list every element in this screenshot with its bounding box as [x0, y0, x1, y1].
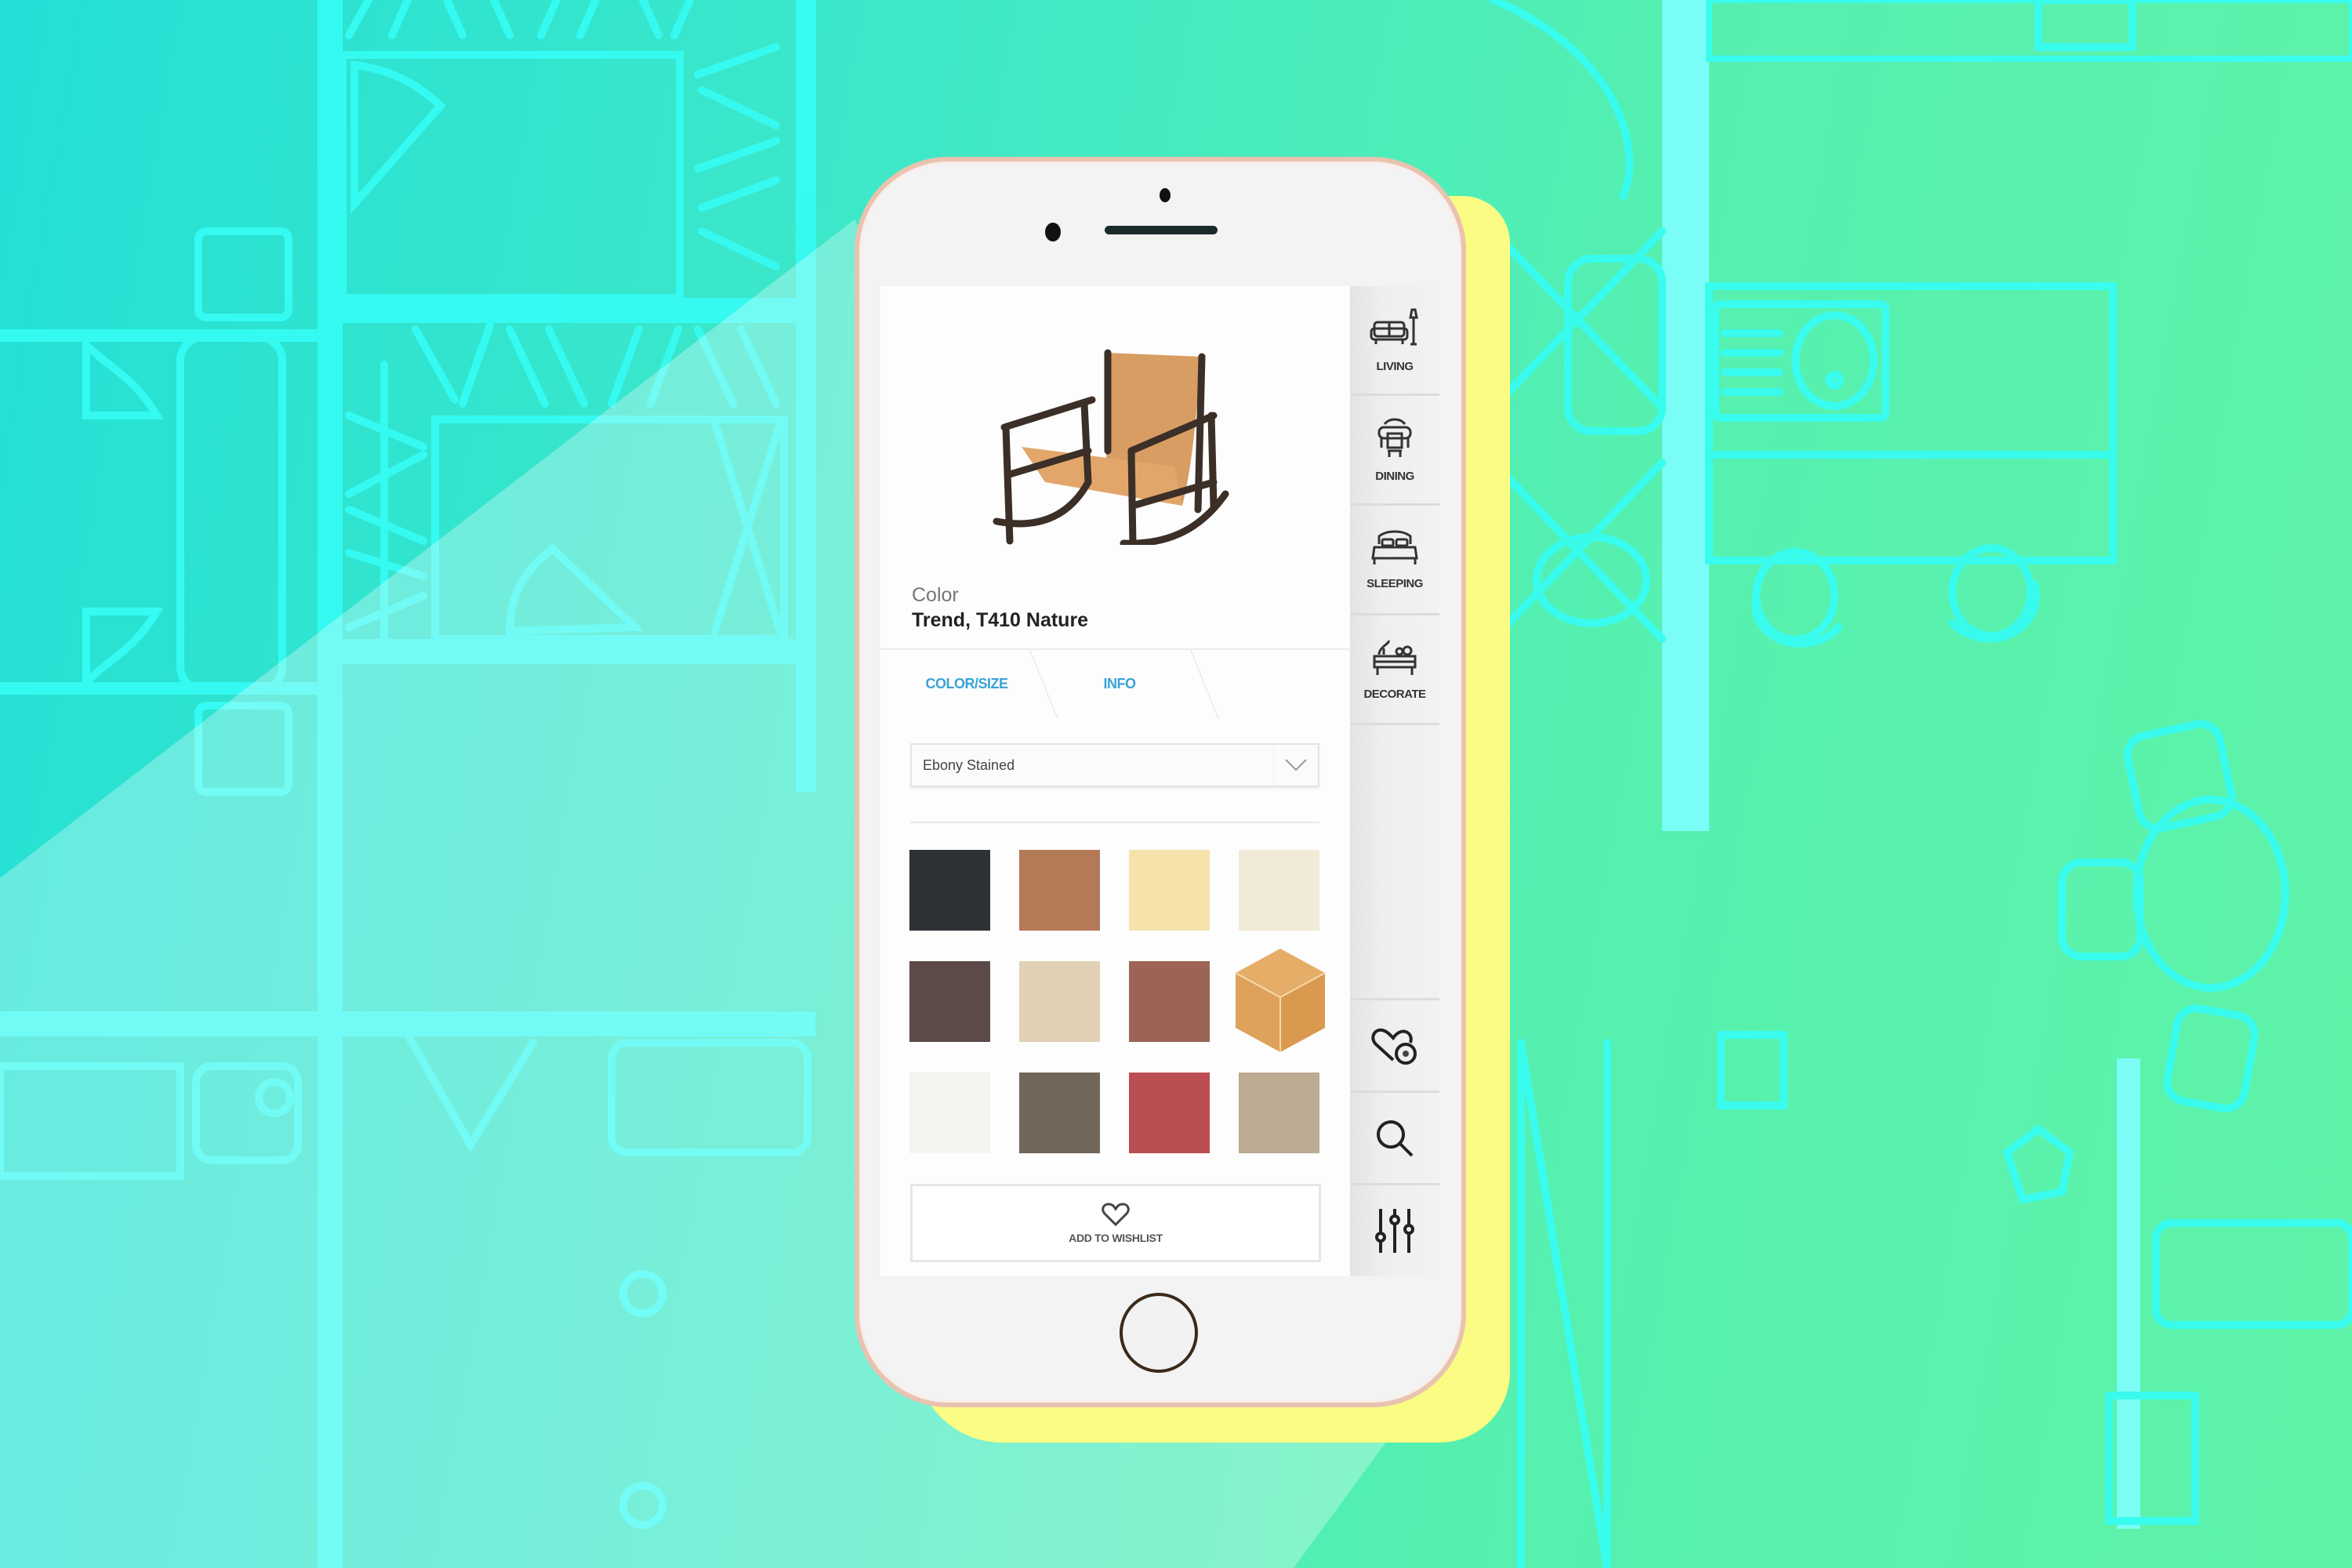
- sidebar-item-label: LIVING: [1376, 360, 1414, 373]
- sideboard-decor-icon: [1373, 640, 1417, 675]
- color-label: Color: [912, 584, 959, 606]
- dining-table-icon: [1377, 418, 1412, 457]
- filter-sliders-icon: [1375, 1208, 1414, 1253]
- sofa-lamp-icon: [1370, 308, 1418, 346]
- tab-info[interactable]: INFO: [1045, 650, 1194, 717]
- color-swatch-charcoal[interactable]: [909, 850, 990, 931]
- sidebar-item-sleeping[interactable]: SLEEPING: [1350, 506, 1439, 615]
- color-swatch-dark-brown[interactable]: [909, 961, 990, 1042]
- tab-separator: [1190, 650, 1220, 719]
- proximity-sensor: [1160, 188, 1171, 202]
- earpiece-speaker: [1105, 226, 1218, 234]
- home-button[interactable]: [1120, 1293, 1198, 1373]
- selected-color-name: Trend, T410 Nature: [912, 609, 1089, 631]
- search-icon: [1377, 1120, 1414, 1156]
- filter-button[interactable]: [1350, 1183, 1439, 1276]
- finish-select-value: Ebony Stained: [923, 757, 1015, 773]
- finish-select[interactable]: Ebony Stained: [910, 743, 1319, 787]
- sidebar-item-decorate[interactable]: DECORATE: [1350, 615, 1439, 725]
- color-swatch-ivory[interactable]: [1239, 850, 1319, 931]
- add-to-wishlist-button[interactable]: ADD TO WISHLIST: [910, 1184, 1321, 1262]
- search-button[interactable]: [1350, 1091, 1439, 1183]
- add-to-wishlist-label: ADD TO WISHLIST: [1069, 1232, 1163, 1244]
- tab-color-size[interactable]: COLOR/SIZE: [880, 650, 1053, 717]
- heart-icon: [1102, 1203, 1130, 1227]
- chevron-down-icon: [1273, 745, 1318, 786]
- color-swatch-terracotta[interactable]: [1129, 961, 1210, 1042]
- sidebar-item-label: DINING: [1375, 470, 1414, 483]
- bed-icon: [1371, 530, 1418, 564]
- color-swatch-khaki[interactable]: [1239, 1073, 1319, 1153]
- app-screen: Color Trend, T410 Nature COLOR/SIZE INFO…: [880, 286, 1439, 1276]
- product-image-rocking-chair: [993, 349, 1229, 545]
- color-swatch-butter[interactable]: [1129, 850, 1210, 931]
- color-swatch-red[interactable]: [1129, 1073, 1210, 1153]
- sidebar-item-label: DECORATE: [1363, 688, 1426, 701]
- color-swatch-taupe[interactable]: [1019, 1073, 1100, 1153]
- front-camera: [1045, 223, 1061, 241]
- color-swatch-sand[interactable]: [1019, 961, 1100, 1042]
- sidebar-item-dining[interactable]: DINING: [1350, 396, 1439, 506]
- product-panel: Color Trend, T410 Nature COLOR/SIZE INFO…: [880, 286, 1350, 1276]
- sidebar-item-label: SLEEPING: [1367, 577, 1423, 590]
- swatch-3d-cube-nature-cube[interactable]: [1232, 946, 1328, 1055]
- wishlist-heart-badge-icon: [1371, 1028, 1417, 1065]
- product-tabs: COLOR/SIZE INFO: [880, 648, 1350, 719]
- color-swatch-off-white[interactable]: [909, 1073, 990, 1153]
- section-divider: [910, 822, 1319, 823]
- color-swatch-caramel[interactable]: [1019, 850, 1100, 931]
- category-sidebar: LIVING DINING SLEEPING DECORATE: [1350, 286, 1439, 1276]
- sidebar-item-living[interactable]: LIVING: [1350, 286, 1439, 396]
- wishlist-nav-button[interactable]: [1350, 998, 1439, 1091]
